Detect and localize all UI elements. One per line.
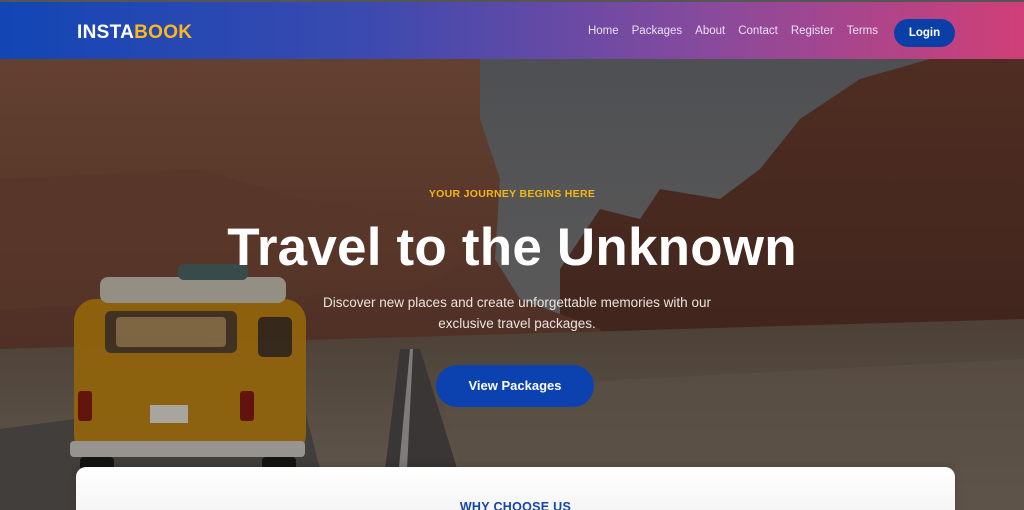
- nav-link-packages[interactable]: Packages: [632, 25, 683, 37]
- brand-logo-part1: INSTA: [77, 22, 135, 43]
- brand-logo[interactable]: INSTABOOK: [77, 22, 192, 44]
- hero-subtitle: Discover new places and create unforgett…: [323, 295, 711, 331]
- nav-link-home[interactable]: Home: [588, 25, 619, 37]
- nav-links: Home Packages About Contact Register Ter…: [588, 25, 878, 37]
- hero-overlay: [0, 59, 1024, 510]
- navbar: INSTABOOK Home Packages About Contact Re…: [0, 0, 1024, 59]
- nav-link-terms[interactable]: Terms: [847, 25, 878, 37]
- login-button[interactable]: Login: [894, 19, 955, 47]
- why-choose-us-card: WHY CHOOSE US: [76, 467, 955, 510]
- hero-eyebrow: YOUR JOURNEY BEGINS HERE: [428, 188, 596, 200]
- why-choose-us-heading: WHY CHOOSE US: [459, 500, 572, 510]
- view-packages-button[interactable]: View Packages: [436, 365, 594, 407]
- hero-section: YOUR JOURNEY BEGINS HERE Travel to the U…: [0, 59, 1024, 510]
- hero-title: Travel to the Unknown: [227, 218, 797, 277]
- brand-logo-part2: BOOK: [134, 22, 193, 43]
- nav-link-contact[interactable]: Contact: [738, 25, 778, 37]
- nav-link-about[interactable]: About: [695, 25, 725, 37]
- nav-link-register[interactable]: Register: [791, 25, 834, 37]
